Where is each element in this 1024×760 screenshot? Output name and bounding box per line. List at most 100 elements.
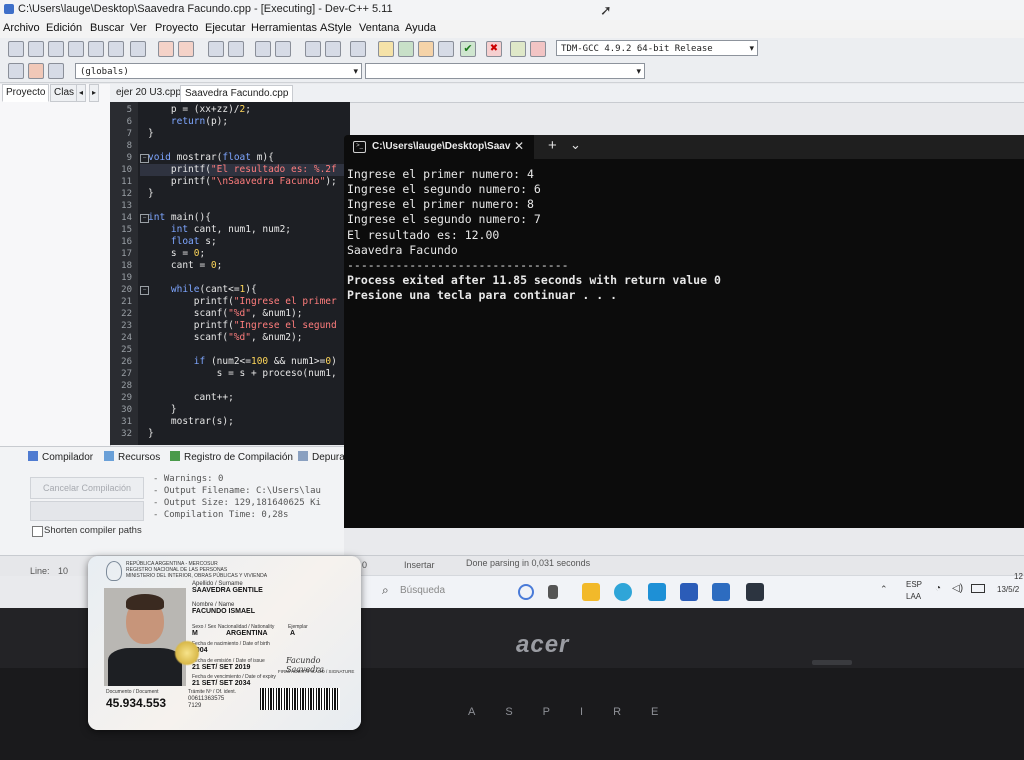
volume-icon[interactable]: ◁) [952,583,963,594]
tab-scroll-left-icon[interactable]: ◂ [76,84,87,102]
code-line: s = 0; [148,248,206,259]
wifi-icon[interactable]: ◔ [935,583,941,594]
battery-icon[interactable] [971,584,985,593]
tab-compilador[interactable]: Compilador [28,451,93,463]
tramite-value: 00611363575 [188,696,225,702]
console-line: Ingrese el primer numero: 4 [347,167,534,181]
menu-ventana[interactable]: Ventana [359,22,399,34]
new-tab-icon[interactable]: + [548,137,557,154]
menu-proyecto[interactable]: Proyecto [155,22,198,34]
lang-indicator[interactable]: ESP [906,580,922,589]
stop-execution-icon[interactable]: ✖ [486,41,502,57]
menu-ver[interactable]: Ver [130,22,147,34]
task-view-icon[interactable] [548,585,558,599]
bookmark-prev-icon[interactable] [305,41,321,57]
chart-icon[interactable] [510,41,526,57]
tab-recursos[interactable]: Recursos [104,451,160,463]
close-tab-icon[interactable]: ✕ [514,139,524,153]
code-line: printf("El resultado es: %.2f [140,164,350,176]
tab-ejer-20[interactable]: ejer 20 U3.cpp [112,85,185,101]
editor-tabs: ejer 20 U3.cpp Saavedra Facundo.cpp [110,84,1024,103]
menu-buscar[interactable]: Buscar [90,22,124,34]
doc-label: Documento / Document [106,689,159,695]
terminal-taskbar-icon[interactable] [746,583,764,601]
menu-edicion[interactable]: Edición [46,22,82,34]
menu-herramientas[interactable]: Herramientas [251,22,317,34]
toggle-comment-icon[interactable] [350,41,366,57]
chevron-up-icon[interactable]: ⌃ [880,584,888,595]
line-number: 12 [121,189,132,199]
layout-indicator[interactable]: LAA [906,592,921,601]
print-icon[interactable] [130,41,146,57]
new-file-icon[interactable] [8,41,24,57]
app-icon[interactable] [712,583,730,601]
chevron-down-icon: ▾ [636,67,641,77]
save-all-icon[interactable] [68,41,84,57]
find-icon[interactable] [208,41,224,57]
code-line: scanf("%d", &num2); [148,332,303,343]
chevron-down-icon[interactable]: ⌄ [570,137,581,153]
compiler-select[interactable]: TDM-GCC 4.9.2 64-bit Release ▾ [556,40,758,56]
menu-ayuda[interactable]: Ayuda [405,22,436,34]
scope-select-value: (globals) [80,67,129,77]
run-icon[interactable] [398,41,414,57]
store-icon[interactable] [648,583,666,601]
delete-class-icon[interactable] [28,63,44,79]
rebuild-icon[interactable] [438,41,454,57]
function-select[interactable]: ▾ [365,63,645,79]
menu-ejecutar[interactable]: Ejecutar [205,22,245,34]
tab-proyecto[interactable]: Proyecto [2,84,50,102]
compile-run-icon[interactable] [418,41,434,57]
scope-select[interactable]: (globals) ▾ [75,63,362,79]
tab-depurar[interactable]: Depura [298,451,345,463]
replace-icon[interactable] [228,41,244,57]
unindent-icon[interactable] [275,41,291,57]
open-file-icon[interactable] [28,41,44,57]
taskbar-search-box[interactable]: Búsqueda [400,585,445,596]
redo-icon[interactable] [178,41,194,57]
tab-scroll-right-icon[interactable]: ▸ [89,84,100,102]
widgets-icon[interactable] [518,584,534,600]
profile-icon[interactable] [530,41,546,57]
console-tab[interactable]: >_ C:\Users\lauge\Desktop\Saav ✕ [344,135,534,159]
menu-astyle[interactable]: AStyle [320,22,352,34]
tab-recursos-label: Recursos [118,452,161,463]
shorten-paths-checkbox[interactable] [32,526,43,537]
barcode [260,688,340,710]
menu-archivo[interactable]: Archivo [3,22,40,34]
edge-icon[interactable] [614,583,632,601]
fold-toggle-icon[interactable]: − [140,214,149,223]
tab-clases[interactable]: Clas [50,84,79,102]
tab-registro[interactable]: Registro de Compilación [170,451,293,463]
close-all-icon[interactable] [108,41,124,57]
cancel-compilation-button[interactable]: Cancelar Compilación [30,477,144,499]
indent-icon[interactable] [255,41,271,57]
console-window[interactable]: >_ C:\Users\lauge\Desktop\Saav ✕ + ⌄ Ing… [344,135,1024,528]
bookmark-next-icon[interactable] [325,41,341,57]
compiler-select-value: TDM-GCC 4.9.2 64-bit Release [561,44,713,54]
fold-toggle-icon[interactable]: − [140,154,149,163]
clock-date[interactable]: 13/5/2 [997,585,1019,594]
fold-toggle-icon[interactable]: − [140,286,149,295]
undo-icon[interactable] [158,41,174,57]
file-explorer-icon[interactable] [582,583,600,601]
clock-time[interactable]: 12 [1014,572,1023,581]
goto-declaration-icon[interactable] [48,63,64,79]
tab-saavedra-facundo[interactable]: Saavedra Facundo.cpp [180,85,294,102]
line-number: 15 [121,225,132,235]
save-icon[interactable] [48,41,64,57]
console-tab-bar: >_ C:\Users\lauge\Desktop\Saav ✕ + ⌄ [344,135,1024,159]
code-editor[interactable]: 5 6 7 8 9 10 11 12 13 14 15 16 17 18 19 20 21 22 23 24 25 26 2… [110,102,350,445]
id-photo [104,588,186,686]
line-number: 26 [121,357,132,367]
line-number: 21 [121,297,132,307]
close-file-icon[interactable] [88,41,104,57]
compile-log-line: - Output Filename: C:\Users\lau [153,486,321,496]
code-line: if (num2<=100 && num1>=0) [193,356,337,367]
new-class-icon[interactable] [8,63,24,79]
check-syntax-icon[interactable]: ✔ [460,41,476,57]
line-number: 18 [121,261,132,271]
compile-icon[interactable] [378,41,394,57]
word-icon[interactable] [680,583,698,601]
mouse-cursor-icon: ➚ [600,2,612,18]
